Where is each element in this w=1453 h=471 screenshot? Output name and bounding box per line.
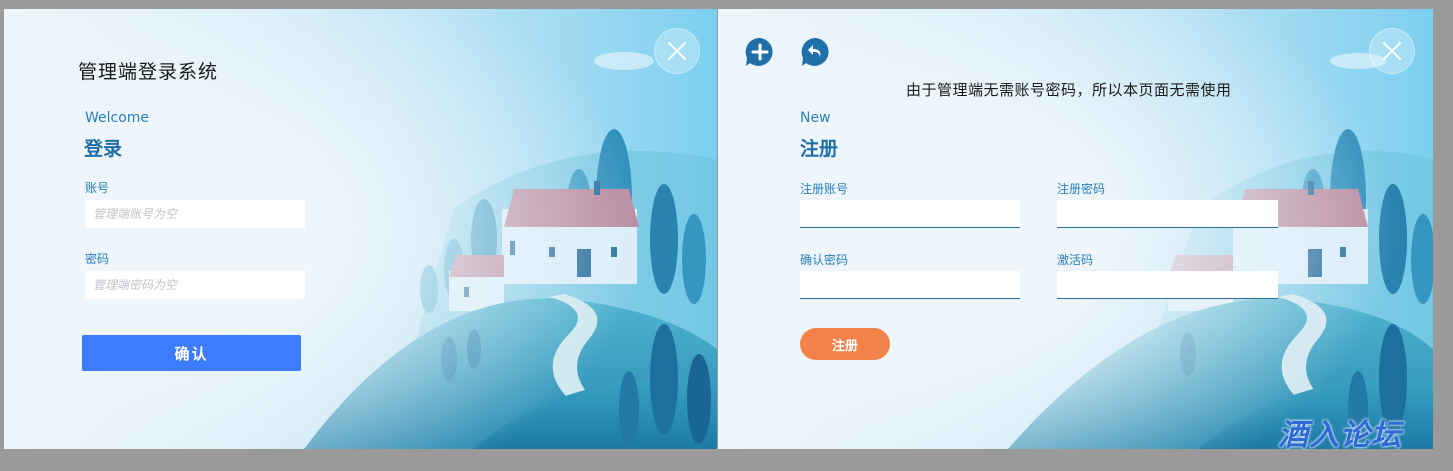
forum-watermark: 酒入论坛 (1278, 418, 1402, 453)
welcome-label: Welcome (85, 110, 150, 126)
register-panel: 由于管理端无需账号密码，所以本页面无需使用 New 注册 注册账号 注册密码 确… (718, 9, 1433, 449)
close-icon (1383, 42, 1401, 60)
back-icon (801, 37, 829, 66)
new-label: New (800, 110, 831, 126)
add-icon (745, 37, 773, 66)
account-input[interactable] (85, 200, 305, 228)
confirm-password-input[interactable] (800, 271, 1020, 299)
login-heading: 登录 (84, 138, 123, 160)
notice-text: 由于管理端无需账号密码，所以本页面无需使用 (906, 81, 1232, 99)
account-label: 账号 (85, 181, 110, 195)
back-button[interactable] (800, 36, 832, 68)
landscape-illustration (718, 9, 1433, 449)
password-input[interactable] (85, 271, 305, 299)
reg-account-label: 注册账号 (800, 182, 849, 196)
system-title: 管理端登录系统 (78, 61, 219, 83)
close-icon (668, 42, 686, 60)
reg-password-input[interactable] (1057, 200, 1278, 228)
confirm-password-label: 确认密码 (800, 253, 849, 267)
reg-password-label: 注册密码 (1057, 182, 1106, 196)
reg-account-input[interactable] (800, 200, 1020, 228)
close-button[interactable] (654, 28, 700, 74)
confirm-button[interactable]: 确认 (82, 335, 301, 371)
activation-code-label: 激活码 (1057, 253, 1094, 267)
add-button[interactable] (744, 36, 776, 68)
register-button[interactable]: 注册 (800, 328, 890, 360)
login-panel: 管理端登录系统 Welcome 登录 账号 密码 确认 (4, 9, 717, 449)
activation-code-input[interactable] (1057, 271, 1278, 299)
register-heading: 注册 (800, 138, 839, 160)
close-button[interactable] (1369, 28, 1415, 74)
password-label: 密码 (85, 252, 110, 266)
